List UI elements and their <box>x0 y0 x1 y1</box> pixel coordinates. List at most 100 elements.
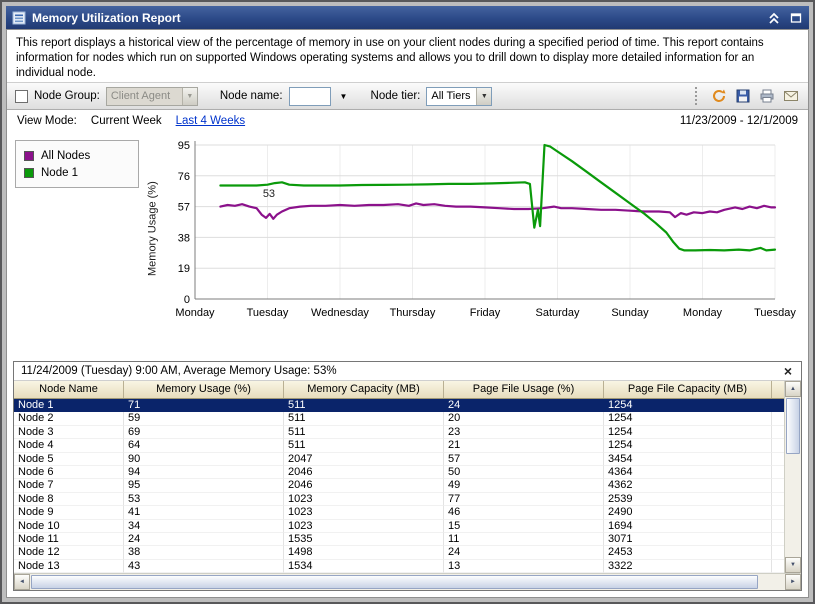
restore-window-icon[interactable] <box>789 11 803 25</box>
svg-text:Monday: Monday <box>175 307 215 319</box>
node-table: Node NameMemory Usage (%)Memory Capacity… <box>14 381 784 573</box>
table-cell: 3322 <box>604 560 772 573</box>
svg-text:Saturday: Saturday <box>535 307 580 319</box>
svg-text:53: 53 <box>263 188 275 200</box>
table-row[interactable]: Node 8531023772539 <box>14 493 784 506</box>
table-cell: 95 <box>124 479 284 492</box>
horizontal-scrollbar[interactable]: ◄ ► <box>14 573 801 590</box>
table-cell: 64 <box>124 439 284 452</box>
view-mode-last-4-weeks-link[interactable]: Last 4 Weeks <box>176 115 245 127</box>
close-icon[interactable]: × <box>782 364 794 378</box>
table-cell: 3454 <box>604 453 772 466</box>
table-cell: 511 <box>284 426 444 439</box>
table-body: Node 171511241254Node 259511201254Node 3… <box>14 399 784 573</box>
table-cell: 2046 <box>284 466 444 479</box>
node-tier-select[interactable]: All Tiers ▼ <box>426 87 492 106</box>
table-cell-filler <box>772 399 784 412</box>
scroll-right-icon[interactable]: ► <box>785 574 801 590</box>
table-cell: 43 <box>124 560 284 573</box>
table-cell: 2539 <box>604 493 772 506</box>
view-mode-bar: View Mode: Current Week Last 4 Weeks 11/… <box>7 110 808 131</box>
table-cell: 1023 <box>284 493 444 506</box>
table-row[interactable]: Node 11241535113071 <box>14 533 784 546</box>
scroll-up-icon[interactable]: ▲ <box>785 381 801 397</box>
detail-panel-header: 11/24/2009 (Tuesday) 9:00 AM, Average Me… <box>14 362 801 381</box>
table-row[interactable]: Node 464511211254 <box>14 439 784 452</box>
chart-legend: All NodesNode 1 <box>15 140 139 188</box>
table-cell: 77 <box>444 493 604 506</box>
table-cell: 71 <box>124 399 284 412</box>
table-cell: 69 <box>124 426 284 439</box>
table-row[interactable]: Node 9411023462490 <box>14 506 784 519</box>
node-name-dropdown-icon[interactable]: ▼ <box>337 87 351 106</box>
table-cell: 2453 <box>604 546 772 559</box>
table-row[interactable]: Node 171511241254 <box>14 399 784 412</box>
titlebar: Memory Utilization Report <box>6 6 809 29</box>
legend-item: All Nodes <box>24 147 130 164</box>
vertical-scrollbar[interactable]: ▲ ▼ <box>784 381 801 573</box>
column-header[interactable]: Node Name <box>14 381 124 398</box>
table-cell: Node 5 <box>14 453 124 466</box>
table-cell: Node 4 <box>14 439 124 452</box>
node-name-input[interactable] <box>289 87 331 106</box>
table-cell: 23 <box>444 426 604 439</box>
table-cell-filler <box>772 560 784 573</box>
refresh-icon[interactable] <box>710 87 728 105</box>
view-mode-current-week[interactable]: Current Week <box>91 115 162 127</box>
table-row[interactable]: Node 259511201254 <box>14 412 784 425</box>
svg-text:Friday: Friday <box>470 307 501 319</box>
table-cell: Node 10 <box>14 520 124 533</box>
scroll-down-icon[interactable]: ▼ <box>785 557 801 573</box>
table-cell-filler <box>772 493 784 506</box>
table-cell: 46 <box>444 506 604 519</box>
report-content: This report displays a historical view o… <box>6 29 809 598</box>
table-cell-filler <box>772 412 784 425</box>
node-group-checkbox[interactable] <box>15 90 28 103</box>
memory-usage-chart[interactable]: MondayTuesdayWednesdayThursdayFridaySatu… <box>159 135 805 335</box>
date-range: 11/23/2009 - 12/1/2009 <box>680 115 798 127</box>
column-header[interactable]: Page File Usage (%) <box>444 381 604 398</box>
collapse-panel-icon[interactable] <box>767 11 781 25</box>
column-header[interactable]: Memory Usage (%) <box>124 381 284 398</box>
save-icon[interactable] <box>734 87 752 105</box>
print-icon[interactable] <box>758 87 776 105</box>
table-row[interactable]: Node 369511231254 <box>14 426 784 439</box>
legend-swatch-icon <box>24 151 34 161</box>
column-header[interactable]: Page File Capacity (MB) <box>604 381 772 398</box>
table-cell: 1023 <box>284 506 444 519</box>
table-cell: 511 <box>284 439 444 452</box>
table-cell: 4362 <box>604 479 772 492</box>
table-cell: 13 <box>444 560 604 573</box>
y-axis-label: Memory Usage (%) <box>145 149 160 309</box>
table-row[interactable]: Node 7952046494362 <box>14 479 784 492</box>
filter-toolbar: Node Group: Client Agent ▼ Node name: ▼ … <box>7 82 808 110</box>
email-icon[interactable] <box>782 87 800 105</box>
table-cell: 41 <box>124 506 284 519</box>
table-cell: 2047 <box>284 453 444 466</box>
node-group-select[interactable]: Client Agent ▼ <box>106 87 198 106</box>
table-row[interactable]: Node 13431534133322 <box>14 560 784 573</box>
svg-text:76: 76 <box>178 171 190 183</box>
column-header[interactable]: Memory Capacity (MB) <box>284 381 444 398</box>
scroll-left-icon[interactable]: ◄ <box>14 574 30 590</box>
horizontal-scroll-thumb[interactable] <box>31 575 758 589</box>
table-cell: Node 13 <box>14 560 124 573</box>
svg-text:38: 38 <box>178 232 190 244</box>
table-row[interactable]: Node 12381498242453 <box>14 546 784 559</box>
vertical-scroll-thumb[interactable] <box>786 398 800 454</box>
node-tier-label: Node tier: <box>371 90 421 102</box>
table-cell: 21 <box>444 439 604 452</box>
table-row[interactable]: Node 5902047573454 <box>14 453 784 466</box>
table-row[interactable]: Node 6942046504364 <box>14 466 784 479</box>
table-cell: 1254 <box>604 399 772 412</box>
table-row[interactable]: Node 10341023151694 <box>14 520 784 533</box>
table-cell: 1534 <box>284 560 444 573</box>
table-cell-filler <box>772 546 784 559</box>
table-cell: 1498 <box>284 546 444 559</box>
table-cell: Node 9 <box>14 506 124 519</box>
svg-text:0: 0 <box>184 294 190 306</box>
table-cell: 20 <box>444 412 604 425</box>
table-cell: 1254 <box>604 412 772 425</box>
table-cell: 53 <box>124 493 284 506</box>
node-tier-value: All Tiers <box>427 88 476 105</box>
